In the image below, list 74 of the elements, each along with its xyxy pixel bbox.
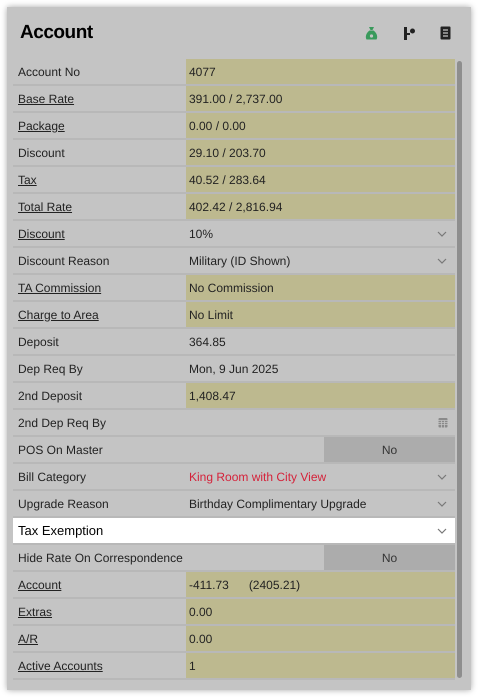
field-link[interactable]: Tax: [13, 170, 186, 188]
value-text: Mon, 9 Jun 2025: [189, 360, 278, 378]
field-label: POS On Master: [17, 442, 104, 458]
value-text: No Limit: [189, 306, 234, 324]
field-link[interactable]: Extras: [13, 602, 186, 620]
value-text: No Commission: [189, 280, 274, 296]
scrollbar[interactable]: [457, 61, 462, 678]
field-link[interactable]: TA Commission: [13, 278, 186, 296]
field-label: Dep Req By: [17, 360, 84, 378]
value-field[interactable]: 4077: [186, 59, 455, 84]
value-field[interactable]: -411.73 (2405.21): [186, 572, 455, 597]
value-text: 391.00 / 2,737.00: [189, 90, 282, 108]
field-label: Deposit: [17, 334, 60, 350]
value-field[interactable]: 402.42 / 2,816.94: [186, 194, 455, 219]
value-text: 10%: [189, 226, 214, 242]
dropdown-field[interactable]: Military (ID Shown): [186, 248, 455, 273]
chevron-down-icon: [437, 500, 447, 506]
value-field[interactable]: 0.00: [186, 626, 455, 651]
value-field[interactable]: 29.10 / 203.70: [186, 140, 455, 165]
chevron-down-icon: [437, 230, 447, 236]
money-bag-icon[interactable]: [364, 26, 379, 40]
field-link[interactable]: Active Accounts: [13, 656, 186, 674]
dropdown-field[interactable]: Birthday Complimentary Upgrade: [186, 491, 455, 516]
toggle-button[interactable]: No: [324, 437, 455, 462]
chevron-down-icon: [437, 528, 447, 534]
selected-row[interactable]: Tax Exemption: [13, 518, 455, 545]
value-text: 0.00 / 0.00: [189, 118, 246, 134]
field-label: Discount: [17, 144, 66, 162]
value-text: 0.00: [189, 604, 212, 620]
value-text: 29.10 / 203.70: [189, 144, 266, 162]
value-text: 0.00: [189, 630, 212, 648]
value-text: Birthday Complimentary Upgrade: [189, 496, 366, 512]
field-link[interactable]: Discount: [13, 224, 186, 242]
chevron-down-icon: [437, 258, 447, 264]
chevron-down-icon: [437, 474, 447, 480]
value-field[interactable]: 0.00 / 0.00: [186, 113, 455, 138]
value-text: 364.85: [189, 334, 226, 350]
value-field[interactable]: 364.85: [186, 329, 455, 354]
field-label: Hide Rate On Correspondence: [17, 550, 184, 566]
value-text: Military (ID Shown): [189, 252, 290, 270]
value-field[interactable]: Mon, 9 Jun 2025: [186, 356, 455, 381]
field-label: Discount Reason: [17, 252, 110, 270]
value-text: 402.42 / 2,816.94: [189, 198, 282, 216]
panel-title: Account: [20, 20, 93, 45]
value-field[interactable]: 391.00 / 2,737.00: [186, 86, 455, 111]
value-field[interactable]: 1: [186, 653, 455, 678]
dropdown-field[interactable]: 10%: [186, 221, 455, 246]
toggle-button[interactable]: No: [324, 545, 455, 570]
field-label: Tax Exemption: [17, 522, 104, 540]
value-field[interactable]: 0.00: [186, 599, 455, 624]
value-text: 1: [189, 658, 196, 674]
value-text: 1,408.47: [189, 388, 236, 404]
field-label: Upgrade Reason: [17, 496, 110, 512]
value-text: 4077: [189, 64, 216, 80]
field-link[interactable]: Total Rate: [13, 198, 186, 216]
value-field[interactable]: No Limit: [186, 302, 455, 327]
value-field[interactable]: 40.52 / 283.64: [186, 167, 455, 192]
value-field[interactable]: 1,408.47: [186, 383, 455, 408]
document-icon[interactable]: [440, 26, 451, 40]
value-text: King Room with City View: [189, 468, 326, 486]
value-field[interactable]: No Commission: [186, 275, 455, 300]
field-label: 2nd Deposit: [17, 388, 84, 404]
field-label: 2nd Dep Req By: [17, 414, 108, 432]
field-link[interactable]: Package: [13, 116, 186, 134]
field-label: Bill Category: [17, 468, 88, 486]
value-text: (2405.21): [248, 576, 300, 594]
field-link[interactable]: Account: [13, 576, 186, 594]
field-link[interactable]: A/R: [13, 630, 186, 648]
calendar-icon[interactable]: [438, 417, 448, 428]
value-text: 40.52 / 283.64: [189, 172, 266, 188]
value-text: -411.73: [189, 576, 229, 594]
field-link[interactable]: Base Rate: [13, 90, 186, 108]
field-label: Account No: [17, 64, 82, 80]
field-link[interactable]: Charge to Area: [13, 306, 186, 324]
